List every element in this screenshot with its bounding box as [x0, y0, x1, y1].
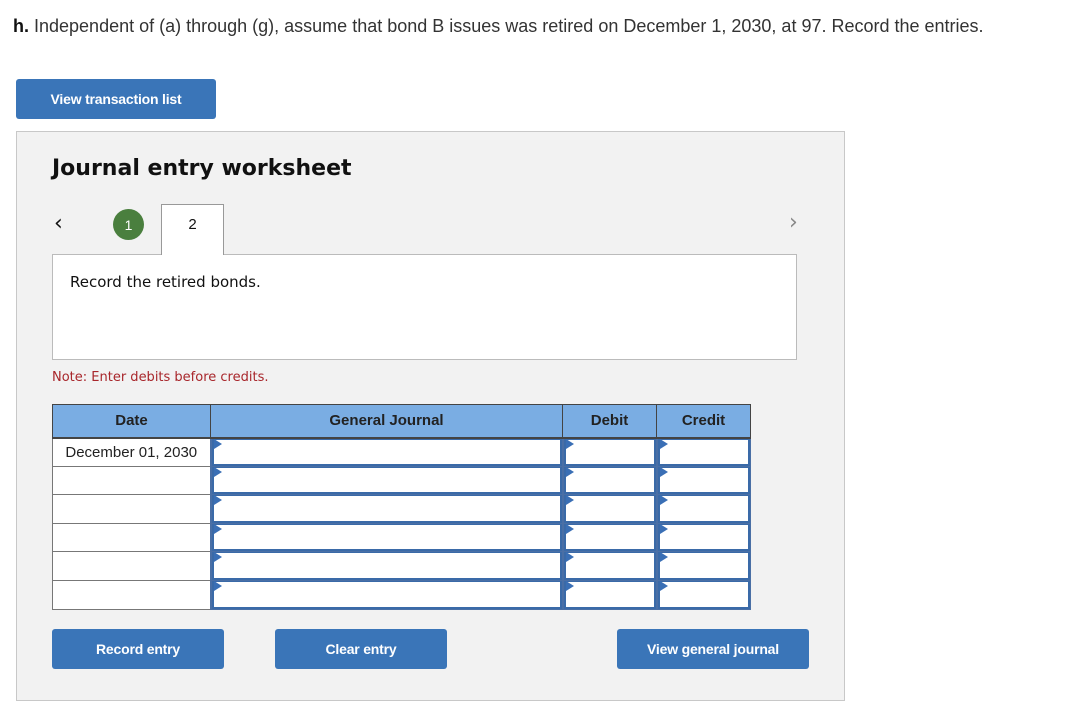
account-input[interactable] [211, 466, 562, 495]
debit-cell [561, 551, 657, 581]
account-cell [209, 494, 563, 524]
debit-input[interactable] [563, 552, 656, 580]
credit-input[interactable] [657, 523, 750, 552]
date-cell [52, 522, 211, 553]
debit-input[interactable] [563, 580, 656, 609]
record-entry-button[interactable]: Record entry [52, 629, 224, 669]
credit-input[interactable] [657, 552, 750, 580]
note-text: Note: Enter debits before credits. [52, 370, 269, 385]
instruction-text: Record the retired bonds. [70, 273, 261, 291]
table-row [52, 494, 751, 524]
credit-cell [655, 465, 751, 496]
credit-cell [655, 522, 751, 553]
table-row [52, 522, 751, 553]
account-input[interactable] [211, 523, 562, 552]
debit-input[interactable] [563, 523, 656, 552]
instruction-box: Record the retired bonds. [52, 254, 797, 360]
debit-input[interactable] [563, 438, 656, 466]
debit-cell [561, 522, 657, 553]
table-row: December 01, 2030 [52, 437, 751, 467]
account-cell [209, 551, 563, 581]
account-cell [209, 579, 563, 610]
header-credit: Credit [656, 404, 751, 439]
credit-cell [655, 551, 751, 581]
step-1-completed[interactable]: 1 [113, 209, 144, 240]
header-date: Date [52, 404, 211, 439]
date-cell [52, 551, 211, 581]
date-cell [52, 579, 211, 610]
credit-input[interactable] [657, 495, 750, 523]
worksheet-title: Journal entry worksheet [52, 156, 352, 181]
account-input[interactable] [211, 552, 562, 580]
credit-input[interactable] [657, 466, 750, 495]
view-transaction-list-button[interactable]: View transaction list [16, 79, 216, 119]
view-general-journal-button[interactable]: View general journal [617, 629, 809, 669]
header-debit: Debit [562, 404, 657, 439]
account-cell [209, 437, 563, 467]
debit-input[interactable] [563, 495, 656, 523]
question-label: h. [13, 16, 29, 36]
table-row [52, 551, 751, 581]
date-cell: December 01, 2030 [52, 437, 211, 467]
credit-cell [655, 579, 751, 610]
account-cell [209, 522, 563, 553]
table-row [52, 579, 751, 610]
date-cell [52, 465, 211, 496]
table-row [52, 465, 751, 496]
date-cell [52, 494, 211, 524]
question-text: h. Independent of (a) through (g), assum… [13, 16, 984, 37]
step-2-tab[interactable]: 2 [161, 204, 224, 255]
debit-input[interactable] [563, 466, 656, 495]
journal-table: Date General Journal Debit Credit Decemb… [52, 404, 751, 610]
journal-entry-worksheet-panel: Journal entry worksheet ‹ 1 2 › Record t… [16, 131, 845, 701]
credit-input[interactable] [657, 580, 750, 609]
credit-cell [655, 437, 751, 467]
chevron-left-icon[interactable]: ‹ [54, 211, 63, 236]
question-body: Independent of (a) through (g), assume t… [29, 16, 984, 36]
debit-cell [561, 437, 657, 467]
debit-cell [561, 579, 657, 610]
header-general-journal: General Journal [210, 404, 563, 439]
account-cell [209, 465, 563, 496]
clear-entry-button[interactable]: Clear entry [275, 629, 447, 669]
debit-cell [561, 465, 657, 496]
account-input[interactable] [211, 495, 562, 523]
account-input[interactable] [211, 580, 562, 609]
chevron-right-icon[interactable]: › [789, 210, 798, 235]
debit-cell [561, 494, 657, 524]
table-header-row: Date General Journal Debit Credit [52, 404, 751, 439]
account-input[interactable] [211, 438, 562, 466]
credit-cell [655, 494, 751, 524]
credit-input[interactable] [657, 438, 750, 466]
